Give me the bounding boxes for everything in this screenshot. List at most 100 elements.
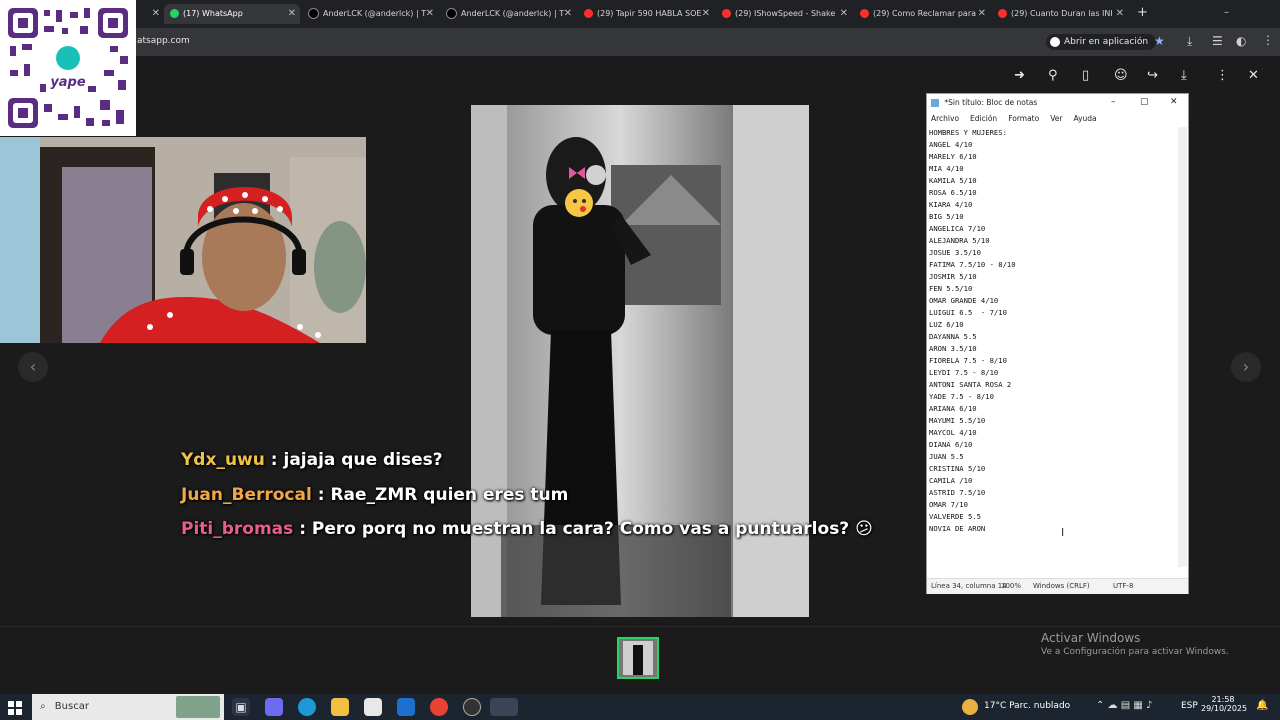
activate-windows-watermark: Activar Windows Ve a Configuración para … — [1041, 631, 1229, 657]
tray-icons[interactable]: ⌃ ☁ ▤ ▦ ♪ — [1096, 700, 1152, 711]
notepad-line: FEN 5.5/10 — [929, 284, 973, 293]
copilot-icon[interactable] — [265, 698, 283, 716]
whatsapp-icon — [170, 9, 179, 18]
store-icon[interactable] — [364, 698, 382, 716]
notepad-line: OMAR GRANDE 4/10 — [929, 296, 999, 305]
close-tab-icon[interactable]: ✕ — [564, 4, 572, 24]
youtube-icon — [722, 9, 731, 18]
weather-text[interactable]: 17°C Parc. nublado — [984, 701, 1070, 711]
notepad-line: MIA 4/10 — [929, 164, 964, 173]
edge-icon[interactable] — [298, 698, 316, 716]
search-highlight-icon — [176, 696, 220, 718]
previous-arrow-icon[interactable]: ‹ — [18, 352, 48, 382]
close-tab-icon[interactable]: ✕ — [702, 4, 710, 24]
browser-tab-bar: ✕ (17) WhatsApp ✕ AnderLCK (@anderlck) |… — [0, 0, 1280, 28]
notepad-statusbar: Línea 34, columna 14 100% Windows (CRLF)… — [927, 578, 1188, 594]
download-icon[interactable]: ⤓ — [1187, 34, 1192, 49]
notepad-line: ROSA 6.5/10 — [929, 188, 977, 197]
emoji-icon[interactable]: ☺ — [1114, 68, 1128, 83]
status-eol: Windows (CRLF) — [1033, 582, 1090, 590]
tab-youtube-1[interactable]: (29) Tapir 590 HABLA SOE ✕ — [578, 4, 714, 24]
notepad-line: MARELY 6/10 — [929, 152, 977, 161]
notepad-line: JOSMIR 5/10 — [929, 272, 977, 281]
tab-tiktok-1[interactable]: AnderLCK (@anderlck) | T ✕ — [302, 4, 438, 24]
chat-text: : Rae_ZMR quien eres tum — [311, 485, 569, 505]
language-indicator[interactable]: ESP — [1181, 701, 1198, 711]
notepad-line: OMAR 7/10 — [929, 500, 968, 509]
tiktok-icon — [308, 8, 319, 19]
next-arrow-icon[interactable]: › — [1231, 352, 1261, 382]
menu-archivo[interactable]: Archivo — [931, 114, 959, 123]
menu-edicion[interactable]: Edición — [970, 114, 997, 123]
minimize-button[interactable]: – — [1224, 7, 1229, 18]
menu-ayuda[interactable]: Ayuda — [1073, 114, 1096, 123]
notepad-line: ASTRID 7.5/10 — [929, 488, 986, 497]
notepad-line: FATIMA 7.5/10 - 8/10 — [929, 260, 1016, 269]
reading-list-icon[interactable]: ☰ — [1212, 34, 1223, 48]
outlook-icon[interactable] — [397, 698, 415, 716]
download-icon[interactable]: ⤓ — [1181, 68, 1187, 83]
tab-pinned[interactable]: ✕ — [140, 4, 164, 24]
notification-bell-icon[interactable]: 🔔 — [1256, 700, 1268, 711]
chrome-icon[interactable] — [430, 698, 448, 716]
media-thumbnail[interactable] — [617, 637, 659, 679]
chat-text: : Pero porq no muestran la cara? Como va… — [293, 519, 856, 539]
bookmark-star-icon[interactable]: ★ — [1154, 34, 1165, 48]
close-tab-icon[interactable]: ✕ — [152, 4, 160, 24]
close-tab-icon[interactable]: ✕ — [840, 4, 848, 24]
notepad-taskbar-icon[interactable] — [490, 698, 518, 716]
notepad-line: LUZ 6/10 — [929, 320, 964, 329]
chat-message: Juan_Berrocal : Rae_ZMR quien eres tum — [181, 485, 568, 505]
obs-icon[interactable] — [463, 698, 481, 716]
notepad-line: ARIANA 6/10 — [929, 404, 977, 413]
notepad-minimize-button[interactable]: – — [1111, 94, 1116, 111]
notepad-menubar: Archivo Edición Formato Ver Ayuda — [927, 112, 1188, 126]
menu-icon[interactable]: ⋮ — [1262, 33, 1274, 47]
clock-date: 29/10/2025 — [1201, 704, 1248, 713]
task-view-icon[interactable]: ▣ — [232, 698, 250, 716]
notepad-line: ALEJANDRA 5/10 — [929, 236, 990, 245]
notepad-text-area[interactable]: HOMBRES Y MUJERES: ANGEL 4/10 MARELY 6/10 M… — [929, 127, 1174, 565]
close-tab-icon[interactable]: ✕ — [288, 4, 296, 24]
bookmark-icon[interactable]: ▯ — [1082, 68, 1089, 83]
forward-icon[interactable]: ➜ — [1014, 68, 1025, 83]
file-explorer-icon[interactable] — [331, 698, 349, 716]
new-tab-button[interactable]: + — [1137, 5, 1148, 20]
pin-icon[interactable]: ⚲ — [1048, 68, 1058, 83]
url-field[interactable]: atsapp.com — [137, 36, 190, 46]
tab-tiktok-2[interactable]: AnderLCK (@anderlck) | T ✕ — [440, 4, 576, 24]
profile-icon[interactable]: ◐ — [1236, 34, 1246, 48]
tab-youtube-2[interactable]: (29) IShowSpeed - Shake ✕ — [716, 4, 852, 24]
notepad-line: DIANA 6/10 — [929, 440, 973, 449]
yape-qr-code: yape — [0, 0, 136, 136]
share-icon[interactable]: ↪ — [1147, 68, 1158, 83]
notepad-scrollbar[interactable] — [1178, 127, 1187, 567]
chat-message: Piti_bromas : Pero porq no muestran la c… — [181, 519, 873, 539]
clock[interactable]: 21:58 29/10/2025 — [1201, 695, 1248, 713]
notepad-line: NOVIA DE ARON — [929, 524, 986, 533]
close-tab-icon[interactable]: ✕ — [426, 4, 434, 24]
close-tab-icon[interactable]: ✕ — [1116, 4, 1124, 24]
open-in-app-button[interactable]: Abrir en aplicación — [1046, 34, 1157, 50]
tab-youtube-4[interactable]: (29) Cuanto Duran las INI ✕ — [992, 4, 1128, 24]
notepad-line: LEYDI 7.5 - 8/10 — [929, 368, 999, 377]
qr-code-icon: yape — [0, 0, 136, 136]
more-options-icon[interactable]: ⋮ — [1216, 68, 1229, 83]
notepad-maximize-button[interactable]: ▢ — [1140, 94, 1149, 111]
tab-youtube-3[interactable]: (29) Como Reclamar para ✕ — [854, 4, 990, 24]
taskbar-search[interactable]: ⌕ Buscar — [32, 694, 224, 720]
weather-icon[interactable] — [962, 699, 978, 715]
notepad-icon — [931, 99, 939, 107]
notepad-line: BIG 5/10 — [929, 212, 964, 221]
menu-ver[interactable]: Ver — [1050, 114, 1062, 123]
chat-username: Juan_Berrocal — [181, 485, 312, 505]
close-tab-icon[interactable]: ✕ — [978, 4, 986, 24]
notepad-close-button[interactable]: ✕ — [1170, 94, 1178, 111]
menu-formato[interactable]: Formato — [1008, 114, 1039, 123]
close-icon[interactable]: ✕ — [1248, 68, 1259, 83]
tab-whatsapp[interactable]: (17) WhatsApp ✕ — [164, 4, 300, 24]
windows-start-icon[interactable] — [8, 700, 22, 715]
notepad-line: LUIGUI 6.5 - 7/10 — [929, 308, 1007, 317]
notepad-line: DAYANNA 5.5 — [929, 332, 977, 341]
mirror-selfie-image — [471, 105, 809, 617]
